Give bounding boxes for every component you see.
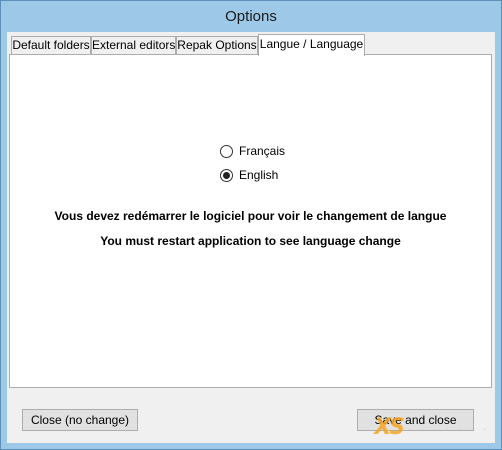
watermark: XS · · · · · · · xyxy=(374,415,489,440)
window-title: Options xyxy=(225,8,277,25)
radio-english[interactable]: English xyxy=(220,167,278,183)
radio-english-circle[interactable] xyxy=(220,168,233,182)
language-tab-panel: Français English Vous devez redémarrer l… xyxy=(9,54,492,388)
radio-francais[interactable]: Français xyxy=(220,143,285,159)
tab-language[interactable]: Langue / Language xyxy=(258,34,365,56)
watermark-text: · · · · · · · xyxy=(407,419,489,436)
radio-selected-dot xyxy=(223,171,230,179)
close-no-change-button[interactable]: Close (no change) xyxy=(22,409,138,431)
tab-strip: Default folders External editors Repak O… xyxy=(9,34,493,56)
watermark-logo: XS xyxy=(374,415,405,440)
options-window: Options Default folders External editors… xyxy=(0,0,502,450)
radio-francais-label: Français xyxy=(239,144,286,158)
tab-repak-options[interactable]: Repak Options xyxy=(176,36,258,54)
radio-francais-circle[interactable] xyxy=(220,144,233,158)
tab-default-folders[interactable]: Default folders xyxy=(11,36,91,54)
tab-external-editors[interactable]: External editors xyxy=(91,36,176,54)
radio-english-label: English xyxy=(239,168,279,182)
window-client-area: Default folders External editors Repak O… xyxy=(7,32,495,443)
restart-message-french: Vous devez redémarrer le logiciel pour v… xyxy=(54,209,447,223)
restart-message-english: You must restart application to see lang… xyxy=(100,234,401,248)
